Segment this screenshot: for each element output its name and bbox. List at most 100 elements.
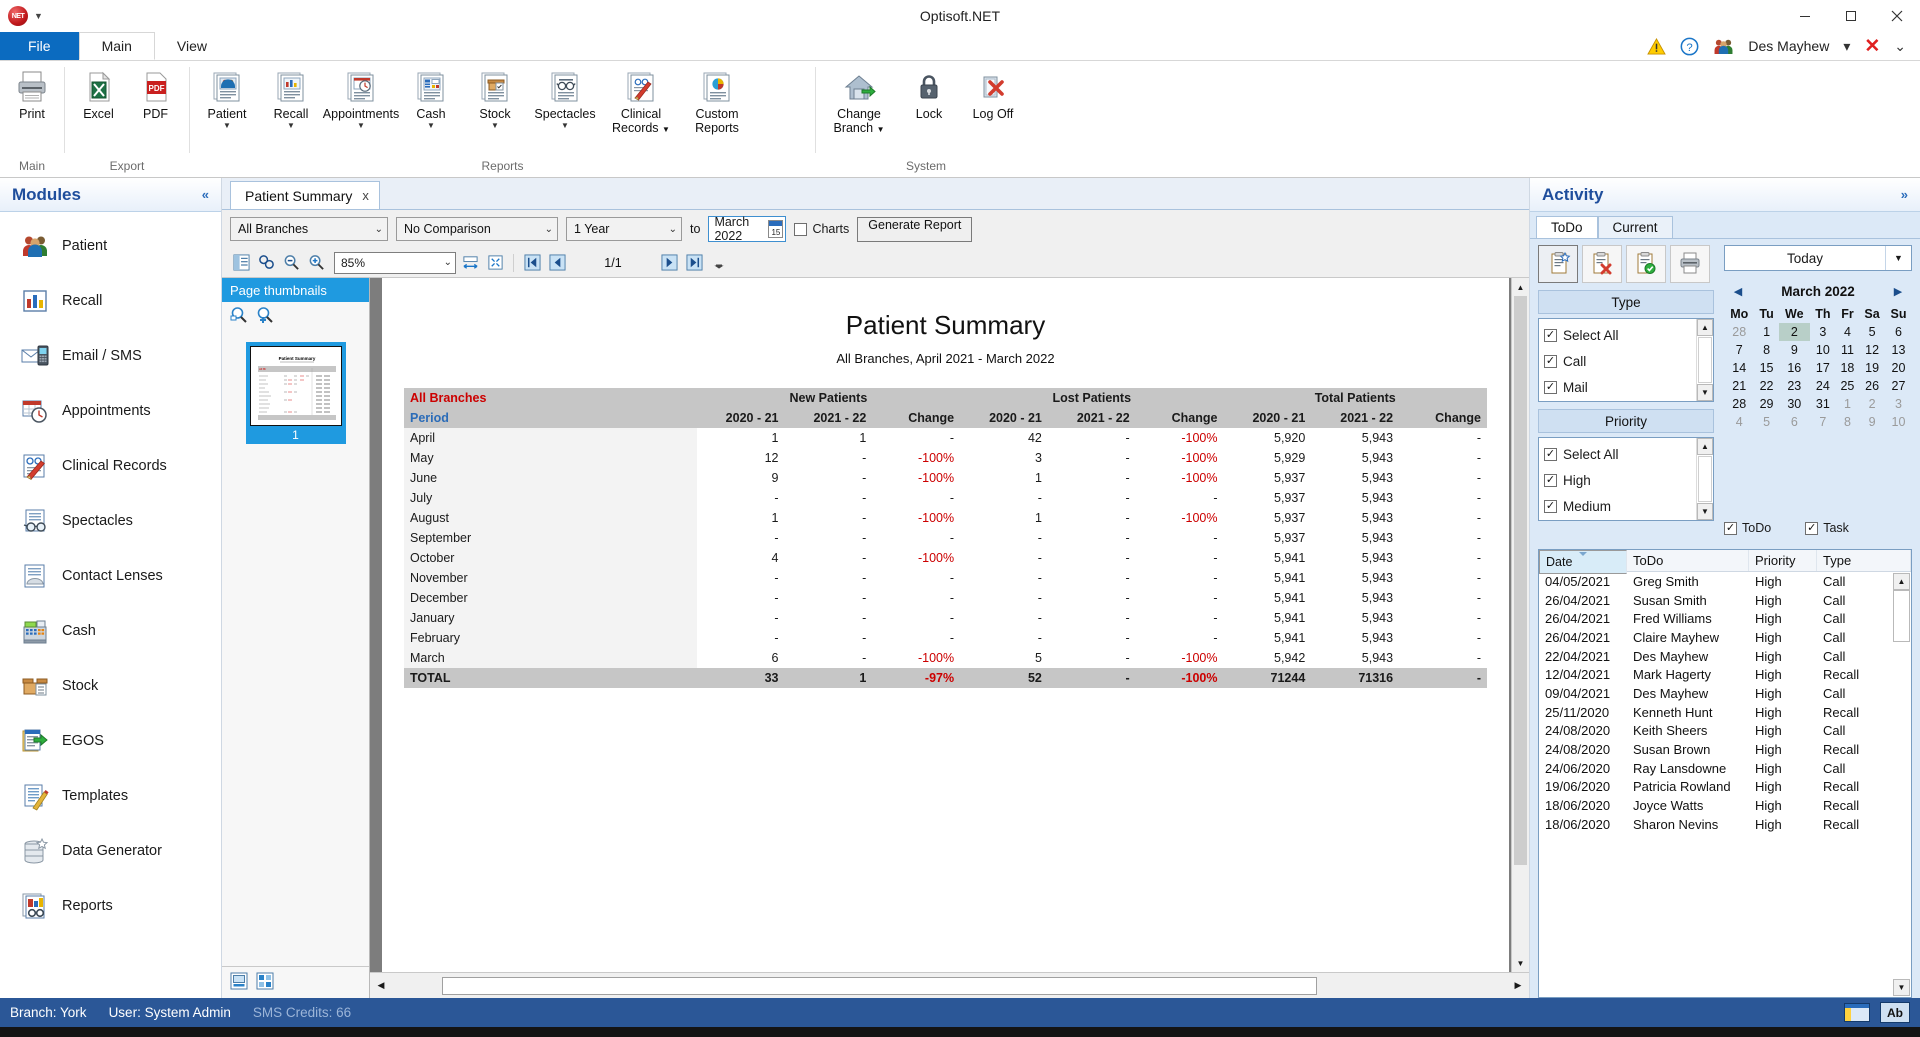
calendar-day[interactable]: 21 <box>1724 377 1754 395</box>
column-header-type[interactable]: Type <box>1817 550 1911 571</box>
calendar-day[interactable]: 14 <box>1724 359 1754 377</box>
user-menu-chevron-icon[interactable]: ▾ <box>1843 38 1850 55</box>
calendar-day[interactable]: 10 <box>1810 341 1836 359</box>
tab-patient-summary[interactable]: Patient Summary x <box>230 181 380 209</box>
calendar-day[interactable]: 10 <box>1885 413 1912 431</box>
chevron-down-icon[interactable]: ▼ <box>287 122 295 130</box>
table-row[interactable]: 25/11/2020 Kenneth Hunt High Recall <box>1539 703 1911 722</box>
maximize-button[interactable] <box>1828 0 1874 32</box>
calendar-day[interactable]: 27 <box>1885 377 1912 395</box>
chevron-down-icon[interactable]: ▼ <box>491 122 499 130</box>
pdf-button[interactable]: PDF PDF <box>128 67 183 124</box>
type-list-scrollbar[interactable]: ▲ ▼ <box>1696 319 1713 401</box>
change-branch-button[interactable]: Change Branch ▼ <box>822 67 896 139</box>
sidebar-item-clinical-records[interactable]: Clinical Records <box>0 438 221 493</box>
sidebar-item-spectacles[interactable]: Spectacles <box>0 493 221 548</box>
comparison-select[interactable]: No Comparison ⌄ <box>396 217 558 241</box>
document-horizontal-scrollbar[interactable]: ◀ ▶ <box>370 972 1529 998</box>
calendar-day[interactable]: 17 <box>1810 359 1836 377</box>
spectacles-report-button[interactable]: Spectacles ▼ <box>528 67 602 133</box>
thumb-zoom-in-icon[interactable] <box>256 306 274 327</box>
table-row[interactable]: 26/04/2021 Susan Smith High Call <box>1539 591 1911 610</box>
calendar[interactable]: Mo Tu We Th Fr Sa Su 28 1 2 3 4 5 6 7 8 9 10 11 12 13 14 15 16… <box>1724 305 1912 431</box>
scroll-left-button[interactable]: ◀ <box>370 975 392 997</box>
table-row[interactable]: 22/04/2021 Des Mayhew High Call <box>1539 647 1911 666</box>
whole-page-icon[interactable] <box>484 252 506 274</box>
calendar-day[interactable]: 5 <box>1859 323 1885 341</box>
scroll-down-button[interactable]: ▼ <box>1697 503 1713 520</box>
thumbnail-item[interactable]: Patient Summary All Br 1 <box>245 342 346 444</box>
priority-filter-list[interactable]: ✓ Select All ✓ High ✓ Medium ▲ ▼ <box>1538 437 1714 521</box>
ab-icon[interactable]: Ab <box>1880 1002 1910 1023</box>
scroll-up-button[interactable]: ▲ <box>1893 573 1910 590</box>
calendar-day[interactable]: 1 <box>1836 395 1859 413</box>
sidebar-item-recall[interactable]: Recall <box>0 273 221 328</box>
table-row[interactable]: 26/04/2021 Fred Williams High Call <box>1539 609 1911 628</box>
previous-page-icon[interactable] <box>546 252 568 274</box>
scroll-up-button[interactable]: ▲ <box>1512 278 1529 296</box>
calendar-day[interactable]: 2 <box>1859 395 1885 413</box>
calendar-day[interactable]: 9 <box>1779 341 1810 359</box>
type-filter-list[interactable]: ✓ Select All ✓ Call ✓ Mail ▲ ▼ <box>1538 318 1714 402</box>
calendar-icon[interactable]: 15 <box>768 220 784 238</box>
complete-todo-button[interactable] <box>1626 245 1666 283</box>
chevron-down-icon[interactable]: ▼ <box>877 125 885 134</box>
calendar-day[interactable]: 25 <box>1836 377 1859 395</box>
more-icon[interactable] <box>708 252 730 274</box>
print-todo-button[interactable] <box>1670 245 1710 283</box>
next-page-icon[interactable] <box>658 252 680 274</box>
app-logo-icon[interactable]: NET <box>8 6 28 26</box>
clinical-records-report-button[interactable]: Clinical Records ▼ <box>604 67 678 139</box>
scroll-thumb[interactable] <box>1514 296 1527 866</box>
calendar-day-selected[interactable]: 2 <box>1778 323 1810 341</box>
table-row[interactable]: 19/06/2020 Patricia Rowland High Recall <box>1539 778 1911 797</box>
log-off-button[interactable]: Log Off <box>962 67 1024 124</box>
calendar-prev-icon[interactable]: ◀ <box>1728 285 1748 298</box>
calendar-day[interactable]: 26 <box>1859 377 1885 395</box>
chevron-down-icon[interactable]: ▼ <box>561 122 569 130</box>
calendar-day[interactable]: 18 <box>1836 359 1859 377</box>
calendar-day[interactable]: 8 <box>1754 341 1778 359</box>
scroll-down-button[interactable]: ▼ <box>1893 979 1910 996</box>
calendar-day[interactable]: 1 <box>1754 323 1778 341</box>
calendar-day[interactable]: 23 <box>1779 377 1810 395</box>
tab-todo[interactable]: ToDo <box>1536 216 1598 238</box>
scroll-thumb[interactable] <box>442 976 1317 995</box>
column-header-date[interactable]: Date <box>1539 550 1627 574</box>
new-todo-button[interactable] <box>1538 245 1578 283</box>
cash-report-button[interactable]: Cash ▼ <box>400 67 462 133</box>
calendar-day[interactable]: 13 <box>1885 341 1912 359</box>
quick-access-toolbar[interactable]: NET ▼ <box>0 6 43 26</box>
scroll-up-button[interactable]: ▲ <box>1697 319 1713 336</box>
chevron-down-icon[interactable]: ▼ <box>427 122 435 130</box>
collapse-ribbon-icon[interactable]: ⌄ <box>1894 38 1906 55</box>
table-row[interactable]: 09/04/2021 Des Mayhew High Call <box>1539 684 1911 703</box>
calendar-day[interactable]: 9 <box>1859 413 1885 431</box>
calendar-day[interactable]: 8 <box>1836 413 1859 431</box>
table-row[interactable]: 24/08/2020 Keith Sheers High Call <box>1539 722 1911 741</box>
calendar-day[interactable]: 19 <box>1859 359 1885 377</box>
warning-icon[interactable] <box>1647 37 1667 55</box>
table-row[interactable]: 24/06/2020 Ray Lansdowne High Call <box>1539 759 1911 778</box>
generate-report-button[interactable]: Generate Report <box>857 216 973 242</box>
scroll-track[interactable] <box>1698 456 1712 502</box>
branch-select[interactable]: All Branches ⌄ <box>230 217 388 241</box>
sidebar-item-data-generator[interactable]: Data Generator <box>0 823 221 878</box>
sidebar-item-patient[interactable]: Patient <box>0 218 221 273</box>
scroll-track[interactable] <box>392 976 1507 995</box>
scroll-track[interactable] <box>1698 337 1712 383</box>
document-vertical-scrollbar[interactable]: ▲ ▼ <box>1511 278 1529 972</box>
tab-view[interactable]: View <box>155 32 229 60</box>
calendar-next-icon[interactable]: ▶ <box>1888 285 1908 298</box>
table-row[interactable]: 12/04/2021 Mark Hagerty High Recall <box>1539 665 1911 684</box>
expand-panel-icon[interactable]: » <box>1901 187 1908 202</box>
scroll-down-button[interactable]: ▼ <box>1697 384 1713 401</box>
calendar-day[interactable]: 3 <box>1810 323 1836 341</box>
collapse-sidebar-icon[interactable]: « <box>202 187 209 202</box>
page-view-icon[interactable] <box>256 972 274 993</box>
calendar-day[interactable]: 6 <box>1885 323 1912 341</box>
zoom-select[interactable]: 85% ⌄ <box>334 251 456 274</box>
table-row[interactable]: 26/04/2021 Claire Mayhew High Call <box>1539 628 1911 647</box>
patient-report-button[interactable]: Patient ▼ <box>196 67 258 133</box>
priority-filter-item[interactable]: ✓ High <box>1544 467 1696 493</box>
